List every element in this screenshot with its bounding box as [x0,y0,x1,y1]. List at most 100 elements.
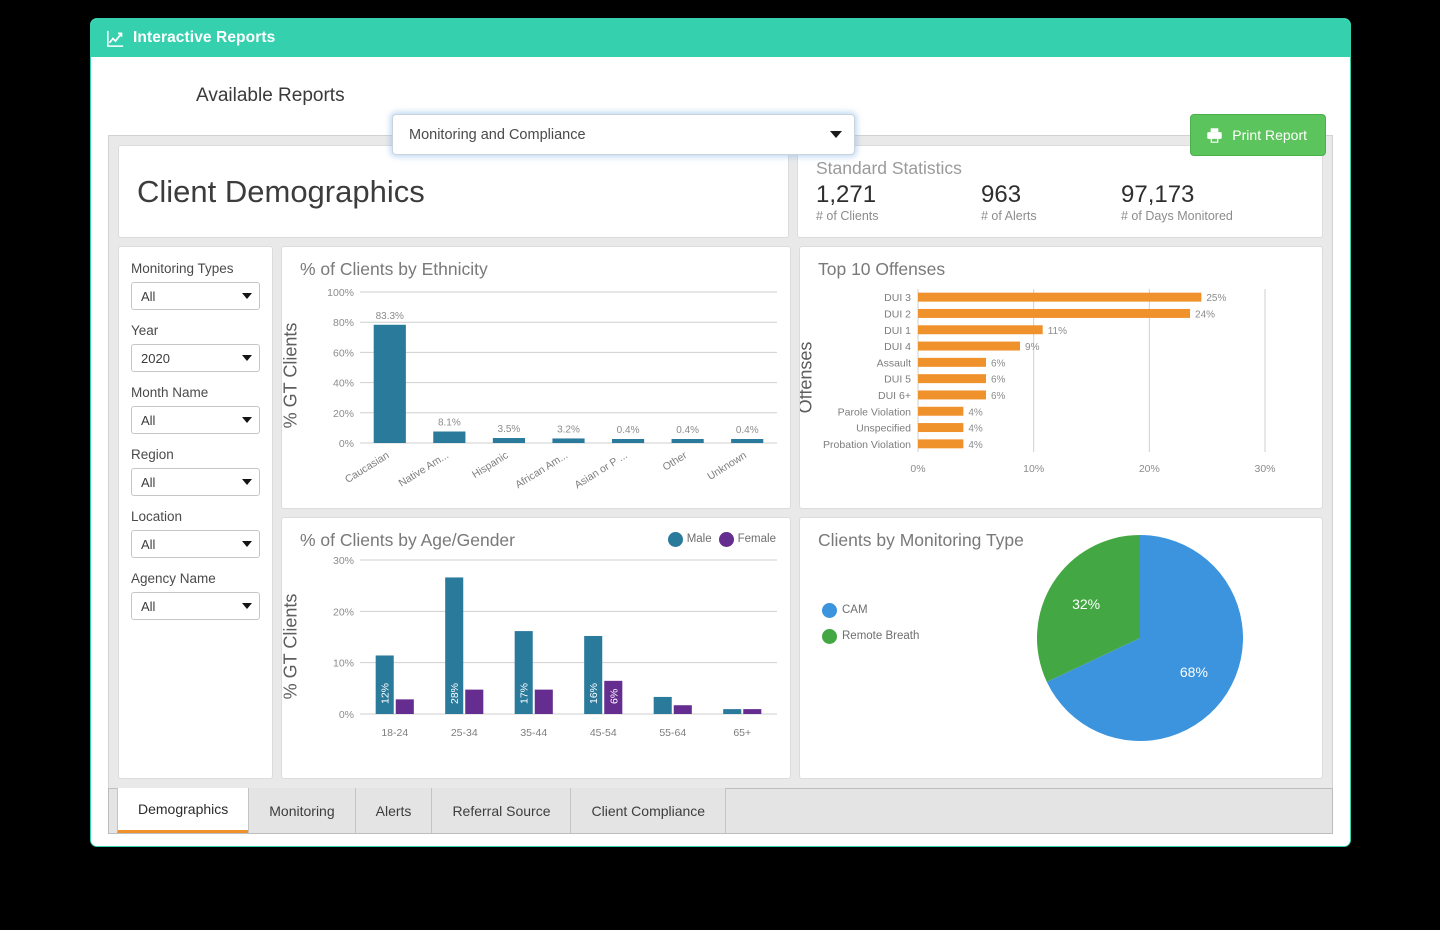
line-chart-icon [107,30,124,47]
svg-text:25-34: 25-34 [451,727,478,739]
tab-monitoring[interactable]: Monitoring [248,788,356,833]
report-select[interactable]: Monitoring and Compliance [392,114,855,155]
charts-row-bottom: % of Clients by Age/Gender % GT Clients … [281,516,1323,779]
chevron-down-icon [242,603,252,609]
filter-month-name-select[interactable]: All [131,406,260,434]
svg-text:Assault: Assault [877,357,912,369]
svg-text:16%: 16% [588,682,600,703]
svg-text:12%: 12% [380,682,392,703]
svg-text:100%: 100% [327,287,354,299]
filter-month-name-label: Month Name [131,385,209,400]
svg-text:Asian or P ...: Asian or P ... [572,449,629,491]
svg-text:68%: 68% [1180,664,1208,680]
tab-alerts[interactable]: Alerts [354,788,433,833]
filter-month-name-value: All [141,412,156,428]
filter-agency-name-select[interactable]: All [131,592,260,620]
stat-clients: 1,271 # of Clients [816,181,981,223]
filter-year-value: 2020 [141,350,170,366]
svg-text:20%: 20% [333,408,354,420]
filter-location-select[interactable]: All [131,530,260,558]
stat-days-value: 97,173 [1121,181,1195,208]
filter-monitoring-types-label: Monitoring Types [131,261,234,276]
dashboard-header-row: Client Demographics Standard Statistics … [118,145,1323,238]
filter-location-label: Location [131,509,183,524]
chevron-down-icon [242,417,252,423]
svg-text:18-24: 18-24 [381,727,408,739]
filter-month-name: Month Name All [131,385,260,434]
svg-text:0%: 0% [910,463,925,475]
tab-referral-source[interactable]: Referral Source [431,788,572,833]
ethnicity-chart-plot: 0% 20% 40% 60% 80% 100% 83.3% Caucasian 8.1% Nati… [327,287,777,491]
svg-text:10%: 10% [333,657,354,669]
available-reports-label: Available Reports [196,85,345,106]
svg-text:Caucasian: Caucasian [343,449,392,486]
window-title: Interactive Reports [133,29,276,46]
offenses-chart-card: Top 10 Offenses Offenses 0% 10% 20% 30% 25% D… [799,246,1323,509]
svg-text:4%: 4% [968,424,983,435]
age-gender-chart-plot: 0% 10% 20% 30% 12% 18-24 28% 25-34 17% 35-44 16% 6%… [333,555,777,739]
dashboard-body-row: Monitoring Types All Year 2020 Month Nam… [118,246,1323,779]
legend-item-cam: CAM [822,602,919,618]
page-title-card: Client Demographics [118,145,789,238]
stat-alerts-value: 963 [981,181,1022,208]
legend-label-female: Female [737,533,776,545]
filter-region-value: All [141,474,156,490]
legend-label-cam: CAM [842,604,868,616]
svg-text:30%: 30% [1254,463,1275,475]
dashboard-content: Client Demographics Standard Statistics … [108,135,1333,788]
svg-text:0.4%: 0.4% [617,425,640,436]
tab-client-compliance[interactable]: Client Compliance [570,788,727,833]
tab-demographics[interactable]: Demographics [117,788,250,833]
filter-agency-name-value: All [141,598,156,614]
stat-days-label: # of Days Monitored [1121,208,1233,223]
filter-year-label: Year [131,323,159,338]
svg-text:Unknown: Unknown [705,449,749,482]
svg-text:3.5%: 3.5% [498,424,521,435]
filter-agency-name: Agency Name All [131,571,260,620]
svg-text:Native Am...: Native Am... [397,449,451,489]
legend-swatch-male [667,531,683,547]
svg-text:6%: 6% [991,375,1006,386]
svg-text:20%: 20% [333,606,354,618]
age-gender-chart-card: % of Clients by Age/Gender % GT Clients … [281,516,791,779]
filters-panel: Monitoring Types All Year 2020 Month Nam… [118,246,273,779]
ethnicity-chart-card: % of Clients by Ethnicity % GT Clients 0… [281,246,791,509]
print-report-button[interactable]: Print Report [1190,114,1326,156]
svg-text:55-64: 55-64 [659,727,686,739]
stat-days-monitored: 97,173 # of Days Monitored [1121,181,1233,223]
svg-text:0%: 0% [339,709,354,721]
filter-year-select[interactable]: 2020 [131,344,260,372]
standard-statistics-card: Standard Statistics 1,271 # of Clients 9… [797,145,1323,238]
svg-text:35-44: 35-44 [520,727,547,739]
svg-text:80%: 80% [333,317,354,329]
report-select-value: Monitoring and Compliance [409,126,586,143]
filter-agency-name-label: Agency Name [131,571,216,586]
svg-text:60%: 60% [333,347,354,359]
svg-text:45-54: 45-54 [590,727,617,739]
age-gender-legend: Male Female [667,531,776,547]
charts-row-top: % of Clients by Ethnicity % GT Clients 0… [281,246,1323,509]
offenses-chart-plot: 0% 10% 20% 30% 25% DUI 3 24% DUI 2 11% DUI 1 9% DUI… [823,289,1276,475]
filter-monitoring-types-select[interactable]: All [131,282,260,310]
svg-text:3.2%: 3.2% [557,424,580,435]
standard-statistics-heading: Standard Statistics [816,158,962,178]
filter-location: Location All [131,509,260,558]
stat-alerts: 963 # of Alerts [981,181,1121,223]
svg-text:Probation Violation: Probation Violation [823,439,911,451]
legend-swatch-cam [822,602,837,618]
legend-item-female: Female [718,531,776,547]
svg-text:DUI 2: DUI 2 [884,308,911,320]
svg-text:0.4%: 0.4% [676,425,699,436]
monitoring-type-legend: CAM Remote Breath [822,602,919,644]
print-report-label: Print Report [1232,127,1307,143]
svg-text:8.1%: 8.1% [438,418,461,429]
svg-text:32%: 32% [1072,595,1100,611]
monitoring-type-chart-title: Clients by Monitoring Type [818,529,1024,550]
chevron-down-icon [242,541,252,547]
chevron-down-icon [242,293,252,299]
filter-region-select[interactable]: All [131,468,260,496]
svg-text:25%: 25% [1206,293,1226,304]
svg-text:11%: 11% [1048,326,1067,337]
chevron-down-icon [830,131,842,138]
offenses-y-axis-title: Offenses [799,341,816,414]
